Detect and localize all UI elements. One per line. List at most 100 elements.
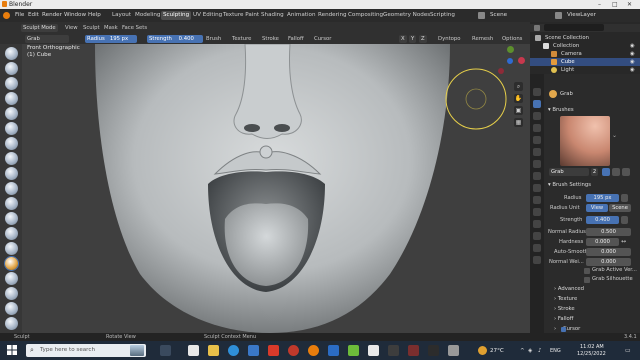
visibility-eye-icon[interactable]: ◉ [630, 66, 635, 74]
fill-brush-icon[interactable] [5, 212, 18, 225]
maximize-icon[interactable]: □ [612, 1, 618, 8]
close-icon[interactable]: ✕ [627, 1, 632, 8]
options-dropdown[interactable]: Options [502, 36, 522, 42]
task-view-icon[interactable] [160, 345, 171, 356]
dropdown-cursor[interactable]: Cursor [314, 36, 331, 42]
scene-tab-icon[interactable] [533, 148, 541, 156]
brush-user-count[interactable]: 2 [591, 168, 598, 176]
app-dark-icon[interactable] [388, 345, 399, 356]
app-maroon-icon[interactable] [408, 345, 419, 356]
scene-name[interactable]: Scene [490, 12, 507, 18]
strength-value-field[interactable]: 0.400 [586, 216, 619, 224]
texture-tab-icon[interactable] [533, 256, 541, 264]
tab-layout[interactable]: Layout [110, 11, 133, 20]
thumb-brush-icon[interactable] [5, 302, 18, 315]
multiplane-scrape-brush-icon[interactable] [5, 242, 18, 255]
navigation-gizmo[interactable] [496, 46, 526, 76]
app-taskbar-icon[interactable] [188, 345, 199, 356]
dropdown-stroke[interactable]: Stroke [262, 36, 279, 42]
inflate-brush-icon[interactable] [5, 137, 18, 150]
tab-scripting[interactable]: Scripting [428, 11, 457, 20]
brush-preview-thumbnail[interactable] [560, 116, 610, 166]
strength-field[interactable]: Strength 0.400 [147, 35, 203, 43]
view-layer-tab-icon[interactable] [533, 136, 541, 144]
tab-texture-paint[interactable]: Texture Paint [221, 11, 261, 20]
symmetry-z-button[interactable]: Z [419, 35, 427, 43]
radius-value-field[interactable]: 195 px [586, 194, 619, 202]
menu-sculpt[interactable]: Sculpt [83, 25, 100, 31]
normal-weight-field[interactable]: 0.000 [586, 258, 631, 266]
clay-brush-icon[interactable] [5, 77, 18, 90]
menu-render[interactable]: Render [42, 12, 62, 18]
object-tab-icon[interactable] [533, 172, 541, 180]
remesh-dropdown[interactable]: Remesh [472, 36, 493, 42]
dropdown-brush[interactable]: Brush [206, 36, 221, 42]
windows-start-icon[interactable] [7, 345, 17, 355]
grid-toggle-icon[interactable]: ▦ [514, 118, 523, 127]
store-icon[interactable] [248, 345, 259, 356]
gizmo-neg-x-icon[interactable] [498, 68, 504, 74]
falloff-subsection[interactable]: › Falloff [554, 316, 573, 322]
file-explorer-icon[interactable] [208, 345, 219, 356]
app-blue-icon[interactable] [328, 345, 339, 356]
hardness-invert-icon[interactable]: ↔ [621, 238, 631, 246]
brush-settings-section[interactable]: ▾ Brush Settings [548, 182, 591, 188]
weather-icon[interactable] [478, 346, 487, 355]
normal-radius-field[interactable]: 0.500 [586, 228, 631, 236]
pose-brush-icon[interactable] [5, 317, 18, 330]
grab-active-vertex-checkbox[interactable] [584, 268, 590, 274]
blob-brush-icon[interactable] [5, 152, 18, 165]
app-black-icon[interactable] [428, 345, 439, 356]
symmetry-y-button[interactable]: Y [409, 35, 417, 43]
material-tab-icon[interactable] [533, 244, 541, 252]
dyntopo-dropdown[interactable]: Dyntopo [438, 36, 461, 42]
constraints-tab-icon[interactable] [533, 220, 541, 228]
radius-pressure-icon[interactable] [621, 194, 628, 202]
smooth-brush-icon[interactable] [5, 182, 18, 195]
draw-sharp-brush-icon[interactable] [5, 62, 18, 75]
tab-compositing[interactable]: Compositing [346, 11, 385, 20]
symmetry-x-button[interactable]: X [399, 35, 407, 43]
radius-unit-view-button[interactable]: View [586, 204, 608, 212]
clay-strips-brush-icon[interactable] [5, 92, 18, 105]
tab-animation[interactable]: Animation [285, 11, 318, 20]
grab-silhouette-checkbox[interactable] [584, 277, 590, 283]
modifier-tab-icon[interactable] [533, 184, 541, 192]
app-white-icon[interactable] [368, 345, 379, 356]
blender-menu-icon[interactable] [3, 12, 10, 19]
camera-view-icon[interactable]: ▣ [514, 106, 523, 115]
input-language[interactable]: ENG [550, 348, 561, 354]
volume-icon[interactable]: ♪ [538, 348, 542, 354]
app-green-icon[interactable] [348, 345, 359, 356]
layer-brush-icon[interactable] [5, 122, 18, 135]
visibility-eye-icon[interactable]: ◉ [630, 50, 635, 58]
menu-help[interactable]: Help [88, 12, 101, 18]
draw-brush-icon[interactable] [5, 47, 18, 60]
network-icon[interactable]: ◈ [528, 348, 532, 354]
tab-shading[interactable]: Shading [259, 11, 286, 20]
edge-browser-icon[interactable] [228, 345, 239, 356]
tab-sculpting[interactable]: Sculpting [161, 11, 192, 20]
clock-date[interactable]: 12/25/2022 [577, 351, 606, 357]
visibility-eye-icon[interactable]: ◉ [630, 42, 635, 50]
tab-modeling[interactable]: Modeling [133, 11, 162, 20]
unlink-brush-icon[interactable] [622, 168, 630, 176]
brush-selector[interactable]: Grab [25, 35, 69, 43]
brushes-section[interactable]: ▾ Brushes [548, 107, 574, 113]
grab-brush-icon[interactable] [5, 257, 18, 270]
clock-time[interactable]: 11:02 AM [580, 344, 604, 350]
visibility-eye-icon[interactable]: ◉ [630, 58, 635, 66]
outliner-row-cube[interactable]: Cube ◉ [530, 58, 640, 66]
outliner-row-camera[interactable]: Camera ◉ [530, 50, 640, 58]
brush-menu-chevron-icon[interactable]: ⌄ [612, 132, 617, 139]
outliner-row-collection[interactable]: Collection ◉ [530, 42, 640, 50]
menu-mask[interactable]: Mask [104, 25, 118, 31]
tab-uv-editing[interactable]: UV Editing [191, 11, 224, 20]
app-red-icon[interactable] [268, 345, 279, 356]
menu-face-sets[interactable]: Face Sets [122, 25, 147, 31]
opera-icon[interactable] [288, 345, 299, 356]
pan-hand-icon[interactable]: ✋ [514, 94, 523, 103]
flatten-brush-icon[interactable] [5, 197, 18, 210]
zoom-icon[interactable]: ⌕ [514, 82, 523, 91]
elastic-deform-brush-icon[interactable] [5, 272, 18, 285]
